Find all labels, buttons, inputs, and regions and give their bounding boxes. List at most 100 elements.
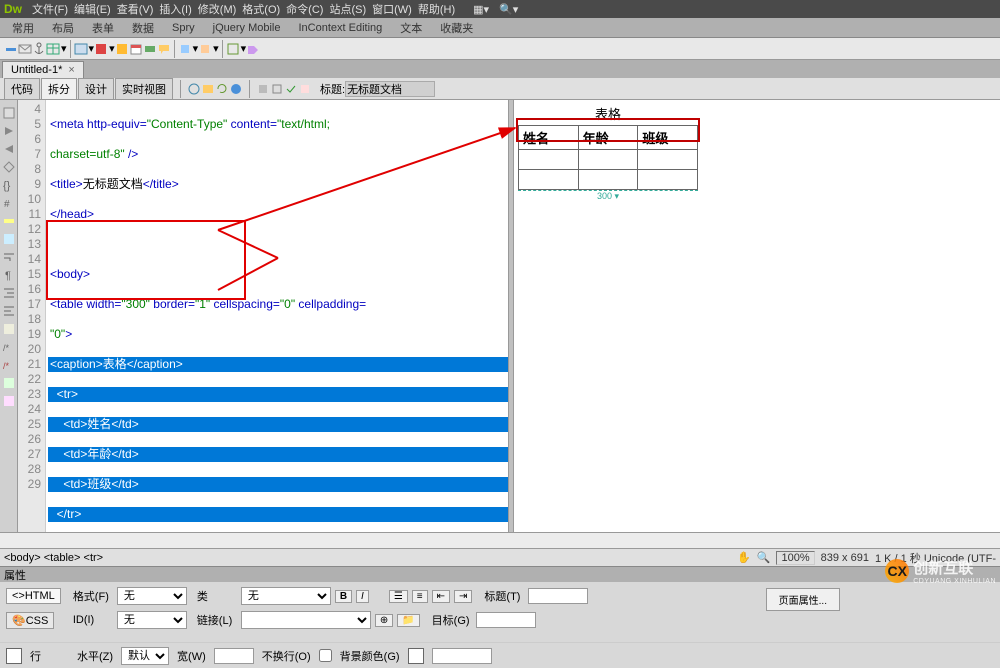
view-live-button[interactable]: 实时视图 [115,78,173,100]
table-cell[interactable] [638,170,698,190]
hidden-chars-icon[interactable]: ¶ [2,268,16,282]
menu-site[interactable]: 站点(S) [329,1,366,17]
class-select[interactable]: 无 [241,587,331,605]
check-icon[interactable] [298,82,312,96]
insert-tab-common[interactable]: 常用 [4,18,42,38]
nowrap-checkbox[interactable] [319,649,332,662]
zoom-tool-icon[interactable]: 🔍 [757,551,771,564]
format-select[interactable]: 无 [117,587,187,605]
hscrollbar[interactable] [0,532,1000,548]
table-cell[interactable] [519,150,579,170]
insert-tab-forms[interactable]: 表单 [84,18,122,38]
code-panel[interactable]: 4 5 6 7 8 9 10 11 12 13 14 15 16 17 18 1… [18,100,508,532]
insert-tab-incontext[interactable]: InContext Editing [290,20,390,36]
browse-icon[interactable] [229,82,243,96]
visual-aids-icon[interactable] [270,82,284,96]
outdent-button[interactable]: ⇤ [432,590,450,603]
view-split-button[interactable]: 拆分 [41,78,77,100]
indent-icon[interactable] [2,286,16,300]
image-icon[interactable] [74,42,88,56]
table-cell[interactable] [578,150,638,170]
table-cell[interactable] [519,170,579,190]
w-input[interactable] [214,648,254,664]
apply-comment-icon[interactable]: /* [2,340,16,354]
menu-command[interactable]: 命令(C) [286,1,323,17]
design-panel[interactable]: 表格 姓名 年龄 班级 300 ▾ [514,100,1000,532]
comment-icon[interactable] [157,42,171,56]
remove-comment-icon[interactable]: /* [2,358,16,372]
title-input-prop[interactable] [528,588,588,604]
email-icon[interactable] [18,42,32,56]
design-table[interactable]: 姓名 年龄 班级 [518,125,698,190]
template-icon[interactable] [226,42,240,56]
insert-tab-fav[interactable]: 收藏夹 [432,18,481,38]
live-code-icon[interactable] [201,82,215,96]
tag-selector[interactable]: <body> <table> <tr> [4,552,103,564]
insert-tab-jquery[interactable]: jQuery Mobile [205,20,289,36]
italic-button[interactable]: I [356,590,369,603]
line-numbers-icon[interactable]: # [2,196,16,210]
format-icon[interactable] [2,322,16,336]
link-point-icon[interactable]: ⊕ [375,614,393,627]
table-cell[interactable]: 年龄 [578,126,638,150]
bold-button[interactable]: B [335,590,352,603]
table-row[interactable]: 姓名 年龄 班级 [519,126,698,150]
table-cell[interactable] [638,150,698,170]
prop-tab-html[interactable]: <>HTML [6,588,61,604]
search-icon[interactable]: 🔍▾ [499,3,518,16]
date-icon[interactable] [129,42,143,56]
media-icon[interactable] [94,42,108,56]
insert-tab-layout[interactable]: 布局 [44,18,82,38]
close-tab-icon[interactable]: × [68,64,74,76]
window-size[interactable]: 839 x 691 [821,552,869,564]
word-wrap-icon[interactable] [2,250,16,264]
layout-icon[interactable]: ▦▾ [473,3,489,16]
menu-window[interactable]: 窗口(W) [372,1,412,17]
menu-insert[interactable]: 插入(I) [159,1,191,17]
link-select[interactable] [241,611,371,629]
page-properties-button[interactable]: 页面属性... [766,588,840,611]
table-icon[interactable] [46,42,60,56]
view-design-button[interactable]: 设计 [78,78,114,100]
menu-help[interactable]: 帮助(H) [418,1,455,17]
code-content[interactable]: <meta http-equiv="Content-Type" content=… [46,100,508,532]
script-icon[interactable] [198,42,212,56]
insert-tab-spry[interactable]: Spry [164,20,203,36]
insert-tab-data[interactable]: 数据 [124,18,162,38]
menu-format[interactable]: 格式(O) [242,1,280,17]
menu-modify[interactable]: 修改(M) [198,1,237,17]
collapse-icon[interactable] [2,124,16,138]
title-input[interactable] [345,81,435,97]
prop-tab-css[interactable]: 🎨CSS [6,612,54,629]
target-input[interactable] [476,612,536,628]
server-icon[interactable] [143,42,157,56]
inspect-icon[interactable] [187,82,201,96]
table-row[interactable] [519,150,698,170]
table-row[interactable] [519,170,698,190]
refresh-icon[interactable] [215,82,229,96]
validate-icon[interactable] [284,82,298,96]
table-cell[interactable]: 姓名 [519,126,579,150]
options-icon[interactable] [256,82,270,96]
anchor-icon[interactable] [32,42,46,56]
head-icon[interactable] [178,42,192,56]
hyperlink-icon[interactable] [4,42,18,56]
select-parent-icon[interactable] [2,160,16,174]
tag-icon[interactable] [246,42,260,56]
table-cell[interactable] [578,170,638,190]
balance-braces-icon[interactable]: {} [2,178,16,192]
zoom-level[interactable]: 100% [776,551,814,565]
open-docs-icon[interactable] [2,106,16,120]
hz-select[interactable]: 默认 [121,647,169,665]
bg-swatch[interactable] [408,648,424,664]
recent-snippets-icon[interactable] [2,376,16,390]
document-tab[interactable]: Untitled-1* × [2,61,84,78]
view-code-button[interactable]: 代码 [4,78,40,100]
syntax-icon[interactable] [2,232,16,246]
menu-file[interactable]: 文件(F) [32,1,68,17]
ul-button[interactable]: ☰ [389,590,408,603]
ol-button[interactable]: ≡ [412,590,428,603]
indent-button[interactable]: ⇥ [454,590,472,603]
widget-icon[interactable] [115,42,129,56]
link-browse-icon[interactable]: 📁 [397,614,419,627]
